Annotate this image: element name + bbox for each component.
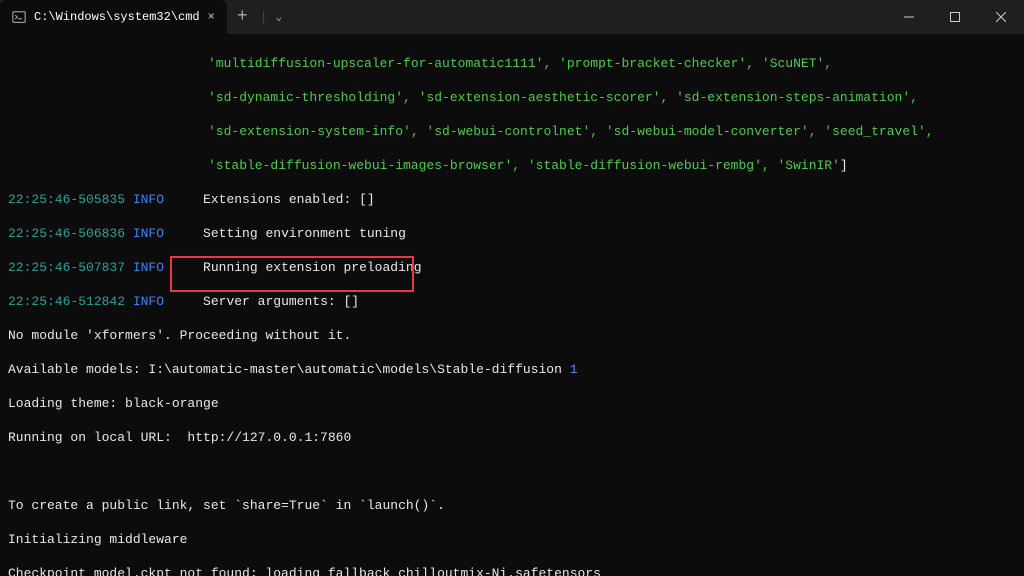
tab-strip: C:\Windows\system32\cmd × + | ⌄ bbox=[0, 0, 288, 34]
log-line: Available models: I:\automatic-master\au… bbox=[8, 361, 1016, 378]
tab-divider: | bbox=[258, 10, 270, 25]
tab-cmd[interactable]: C:\Windows\system32\cmd × bbox=[0, 0, 227, 34]
tab-title: C:\Windows\system32\cmd bbox=[34, 10, 200, 24]
tab-dropdown-icon[interactable]: ⌄ bbox=[269, 10, 288, 24]
maximize-button[interactable] bbox=[932, 0, 978, 34]
log-line: 22:25:46-507837 INFO Running extension p… bbox=[8, 259, 1016, 276]
new-tab-button[interactable]: + bbox=[227, 7, 258, 27]
minimize-button[interactable] bbox=[886, 0, 932, 34]
terminal-output[interactable]: 'multidiffusion-upscaler-for-automatic11… bbox=[0, 34, 1024, 576]
log-line: Loading theme: black-orange bbox=[8, 395, 1016, 412]
log-line: 22:25:46-505835 INFO Extensions enabled:… bbox=[8, 191, 1016, 208]
extension-list-line: 'multidiffusion-upscaler-for-automatic11… bbox=[208, 55, 1016, 72]
close-button[interactable] bbox=[978, 0, 1024, 34]
extension-list-line: 'sd-extension-system-info', 'sd-webui-co… bbox=[208, 123, 1016, 140]
log-line: Initializing middleware bbox=[8, 531, 1016, 548]
log-line: 22:25:46-512842 INFO Server arguments: [… bbox=[8, 293, 1016, 310]
log-line: Checkpoint model.ckpt not found; loading… bbox=[8, 565, 1016, 576]
extension-list-line: 'sd-dynamic-thresholding', 'sd-extension… bbox=[208, 89, 1016, 106]
titlebar: C:\Windows\system32\cmd × + | ⌄ bbox=[0, 0, 1024, 34]
log-line: No module 'xformers'. Proceeding without… bbox=[8, 327, 1016, 344]
window-controls bbox=[886, 0, 1024, 34]
close-tab-icon[interactable]: × bbox=[208, 10, 215, 24]
local-url-line: Running on local URL: http://127.0.0.1:7… bbox=[8, 429, 1016, 446]
blank-line bbox=[8, 463, 1016, 480]
extension-list-line: 'stable-diffusion-webui-images-browser',… bbox=[208, 157, 1016, 174]
log-line: To create a public link, set `share=True… bbox=[8, 497, 1016, 514]
terminal-icon bbox=[12, 10, 26, 24]
log-line: 22:25:46-506836 INFO Setting environment… bbox=[8, 225, 1016, 242]
